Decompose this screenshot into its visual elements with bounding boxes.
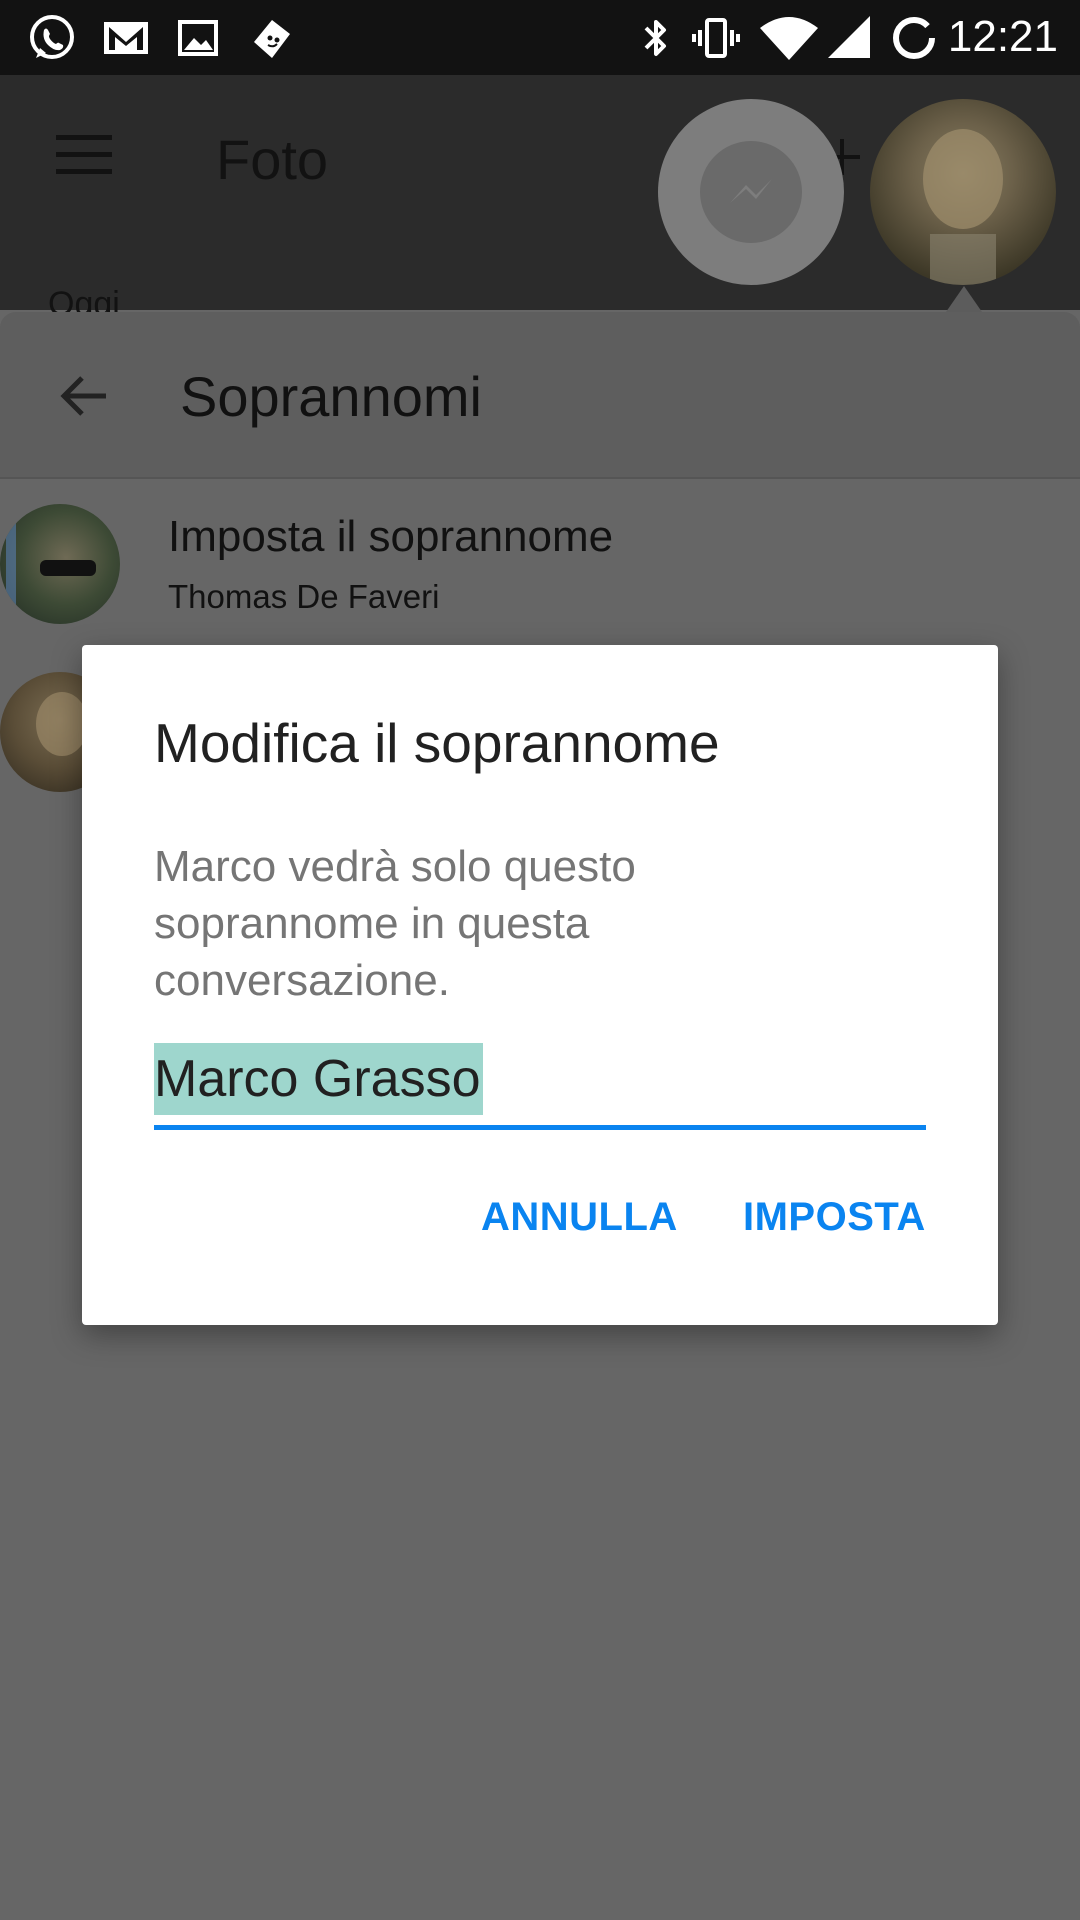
dialog-title: Modifica il soprannome [154,712,720,774]
list-item-subtitle: Thomas De Faveri [168,578,440,615]
gmail-icon [104,22,148,54]
nickname-input-value[interactable]: Marco Grasso [154,1043,483,1115]
status-time: 12:21 [947,12,1058,61]
app-notification-icon [254,20,290,58]
battery-charging-icon [893,17,935,59]
contact-chat-head-avatar[interactable] [870,99,1056,285]
whatsapp-icon [30,15,74,59]
messenger-icon [700,141,802,243]
chat-head-pointer [946,286,982,312]
hamburger-menu-icon[interactable] [56,135,112,175]
edit-nickname-dialog: Modifica il soprannome Marco vedrà solo … [82,645,998,1325]
nickname-input[interactable]: Marco Grasso [154,1043,926,1130]
gallery-icon [178,20,218,56]
set-button[interactable]: IMPOSTA [743,1195,926,1240]
wifi-icon [760,17,818,60]
cancel-button[interactable]: ANNULLA [481,1195,678,1240]
bluetooth-icon [644,20,666,56]
vibrate-icon [692,18,740,58]
messenger-chat-head[interactable] [658,99,844,285]
sheet-header: Soprannomi [0,312,1080,479]
sheet-title: Soprannomi [180,365,482,428]
cell-signal-icon [828,16,870,58]
list-item-title[interactable]: Imposta il soprannome [168,512,613,562]
avatar [0,504,120,624]
status-bar: 12:21 [0,0,1080,75]
back-arrow-icon[interactable] [56,368,112,424]
dialog-message: Marco vedrà solo questo soprannome in qu… [154,842,636,1005]
app-title: Foto [216,128,329,191]
